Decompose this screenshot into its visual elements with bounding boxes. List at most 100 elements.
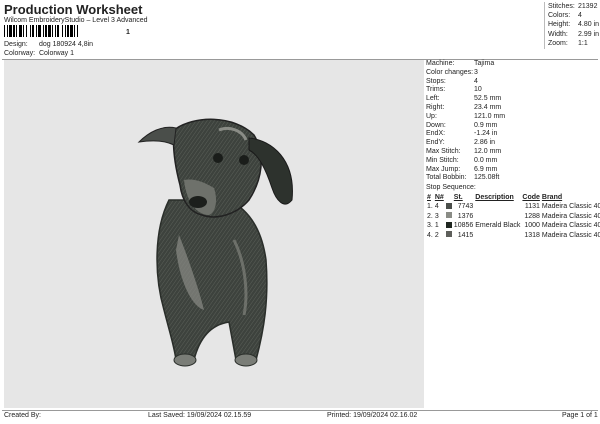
summary-colors: Colors: 4 (548, 11, 600, 20)
col-color (445, 193, 453, 202)
detail-label: Right: (426, 103, 445, 111)
barcode-bar (55, 25, 56, 37)
barcode-bar (45, 25, 47, 37)
barcode-bar (38, 25, 41, 37)
color-swatch (445, 212, 453, 222)
barcode (4, 25, 78, 37)
detail-row: Up: 121.0 mm (426, 113, 598, 122)
barcode-bar (77, 25, 78, 37)
detail-row: Stops: 4 (426, 78, 598, 87)
stitch-count: 1415 (457, 231, 474, 239)
thread-description (474, 212, 521, 222)
summary-value: 21392 (578, 3, 598, 10)
barcode-bar (52, 25, 53, 37)
divider (2, 410, 598, 411)
detail-row: EndX: -1.24 in (426, 130, 598, 139)
detail-value: 10 (474, 86, 482, 94)
detail-value: Tajima (474, 60, 495, 67)
printed-date: Printed: 19/09/2024 02.16.02 (327, 412, 418, 419)
detail-label: Total Bobbin: (426, 174, 467, 182)
detail-label: Machine: (426, 60, 455, 67)
barcode-bar (4, 25, 5, 37)
barcode-bar (26, 25, 27, 37)
detail-label: Down: (426, 121, 446, 129)
detail-label: Left: (426, 95, 440, 103)
thread-code: 1000 (524, 222, 540, 230)
barcode-bar (67, 25, 69, 37)
colorway-value: Colorway 1 (38, 50, 74, 57)
detail-row: Min Stitch: 0.0 mm (426, 157, 598, 166)
stop-number: 3. (427, 222, 433, 230)
barcode-bar (9, 25, 12, 37)
barcode-bar (70, 25, 73, 37)
last-saved: Last Saved: 19/09/2024 02.15.59 (148, 412, 252, 419)
barcode-bar (48, 25, 51, 37)
thread-brand: Madeira Classic 40 (541, 222, 600, 230)
design-label: Design: (4, 41, 28, 48)
summary-value: 2.99 in (578, 30, 600, 38)
detail-value: 4 (474, 77, 478, 85)
stop-sequence-title: Stop Sequence: (426, 184, 476, 191)
software-subtitle: Wilcom EmbroideryStudio – Level 3 Advanc… (4, 17, 148, 24)
summary-label: Stitches: (548, 3, 575, 10)
stop-sequence-table: # N# St. Description Code Brand 1. 4 7743 1… (426, 193, 600, 240)
thread-brand: Madeira Classic 40 (541, 231, 600, 239)
summary-box: Stitches: 21392 Colors: 4 Height: 4.80 in W… (544, 2, 600, 49)
color-swatch-chip (445, 202, 452, 209)
needle-number: 2 (434, 231, 439, 239)
color-swatch-chip (445, 212, 452, 219)
color-swatch-chip (445, 221, 452, 228)
design-value: dog 180924 4,8in (38, 41, 94, 48)
col-description: Description (475, 194, 514, 201)
detail-value: 23.4 mm (474, 103, 502, 111)
col-needle: N# (434, 194, 444, 201)
barcode-suffix: 1 (126, 29, 130, 36)
stop-number: 4. (427, 231, 433, 239)
detail-label: EndY: (426, 139, 445, 147)
barcode-bar (57, 25, 59, 37)
detail-label: Up: (426, 112, 437, 120)
detail-row: Right: 23.4 mm (426, 104, 598, 113)
thread-code: 1131 (524, 203, 540, 211)
stop-number: 2. (427, 212, 433, 220)
detail-label: Max Jump: (426, 165, 461, 173)
summary-label: Colors: (548, 12, 571, 20)
barcode-bar (65, 25, 66, 37)
col-brand: Brand (541, 194, 563, 201)
thread-description (474, 231, 521, 241)
barcode-bar (23, 25, 24, 37)
detail-row: Color changes:3 (426, 69, 598, 78)
design-preview (4, 60, 424, 408)
detail-label: Min Stitch: (426, 156, 459, 164)
summary-width: Width: 2.99 in (548, 30, 600, 39)
col-code: Code (522, 194, 540, 201)
barcode-bar (30, 25, 31, 37)
detail-value: 125.08ft (474, 174, 500, 182)
stitch-count: 1376 (457, 212, 474, 220)
col-stitches: St. (453, 194, 463, 201)
detail-value: 3 (474, 68, 478, 76)
dog-embroidery-image (137, 118, 293, 367)
detail-label: Max Stitch: (426, 147, 461, 155)
page-title: Production Worksheet (4, 2, 143, 17)
thread-code: 1318 (524, 231, 540, 239)
machine-details: Machine: Tajima Color changes:3 Stops: 4 Trim… (426, 60, 598, 183)
detail-row: Down: 0.9 mm (426, 122, 598, 131)
detail-value: 0.9 mm (474, 121, 498, 129)
barcode-bar (32, 25, 34, 37)
summary-stitches: Stitches: 21392 (548, 2, 600, 11)
stop-sequence-header: # N# St. Description Code Brand (426, 193, 600, 202)
thread-description (474, 202, 521, 212)
thread-description: Emerald Black (475, 222, 521, 230)
detail-row: Machine: Tajima (426, 60, 598, 69)
barcode-bar (36, 25, 37, 37)
color-swatch (445, 231, 453, 241)
thread-brand: Madeira Classic 40 (541, 212, 600, 220)
detail-label: Color changes: (426, 68, 474, 76)
summary-zoom: Zoom: 1:1 (548, 39, 600, 48)
detail-label: Stops: (426, 77, 446, 85)
detail-value: 0.0 mm (474, 156, 498, 164)
created-by: Created By: (4, 412, 41, 419)
color-swatch (445, 202, 453, 212)
needle-number: 3 (434, 212, 439, 220)
